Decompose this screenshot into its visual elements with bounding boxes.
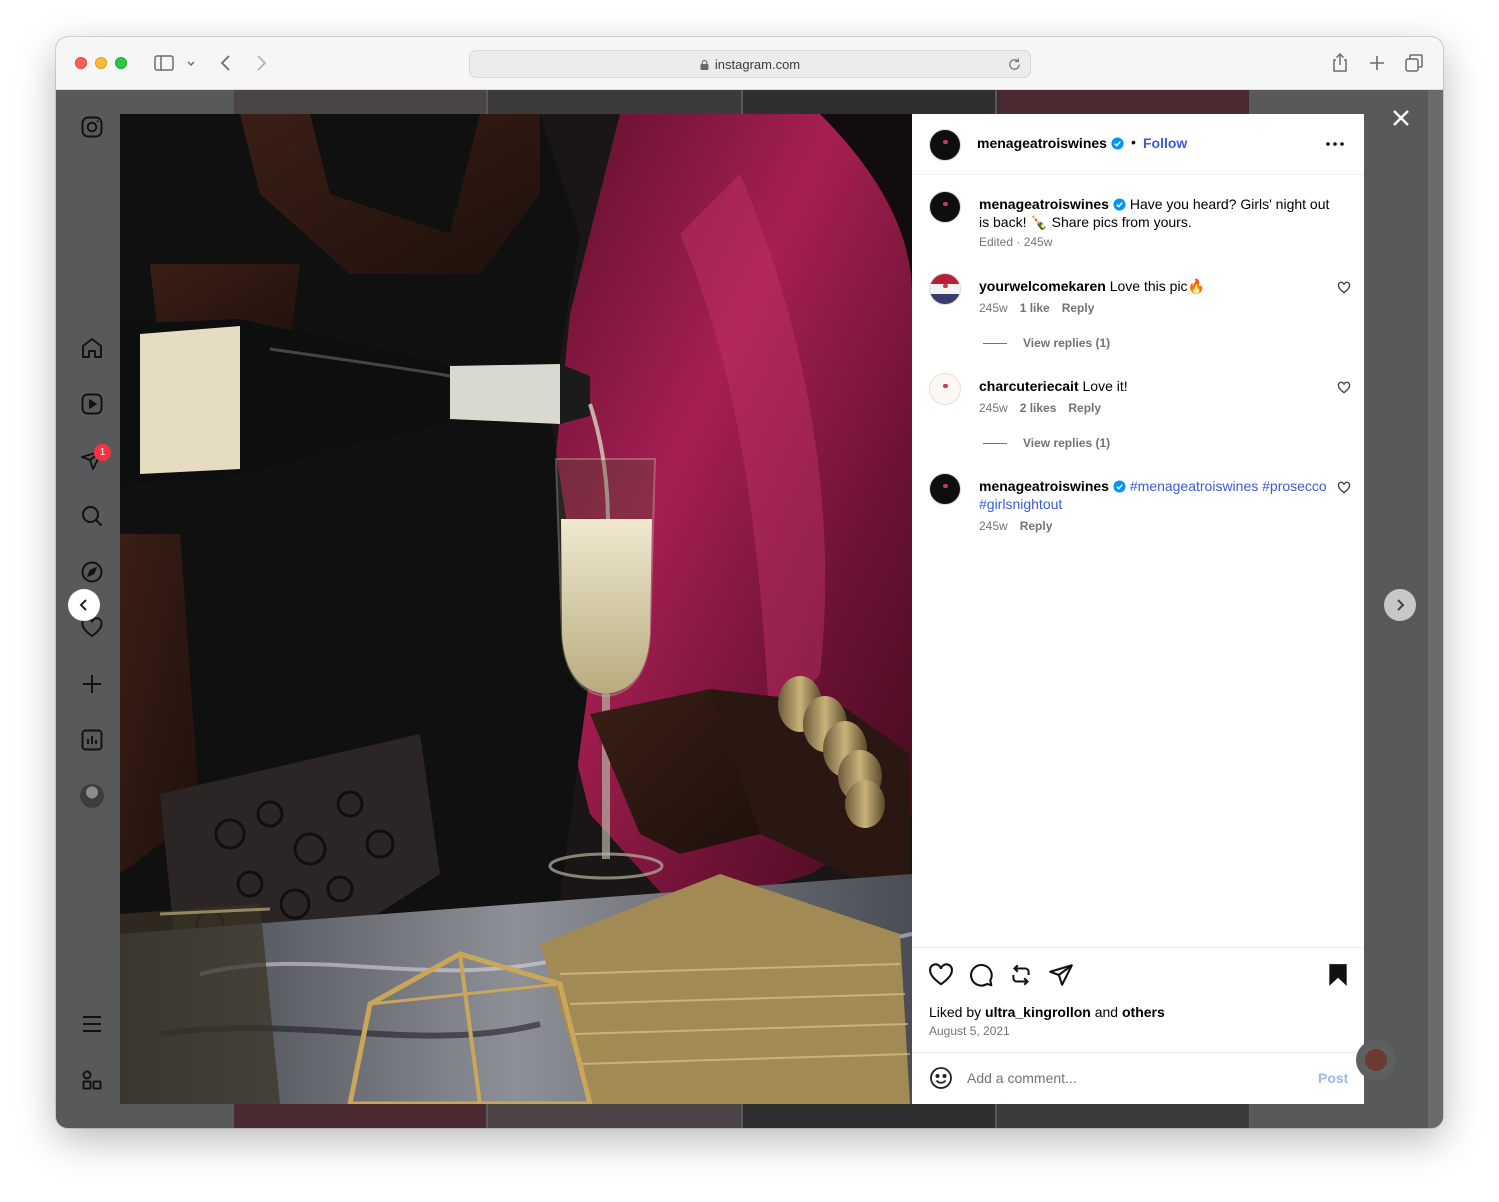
post-modal: menageatroiswines • Follow menageatroisw… xyxy=(120,114,1364,1104)
follow-button[interactable]: Follow xyxy=(1143,135,1187,151)
add-comment-bar: Post xyxy=(912,1052,1364,1104)
chevron-left-icon xyxy=(79,599,87,611)
sidebar-toggle-icon[interactable] xyxy=(153,52,175,74)
author-avatar[interactable] xyxy=(929,129,961,161)
search-icon[interactable] xyxy=(80,504,104,528)
close-window-button[interactable] xyxy=(75,57,87,69)
home-icon[interactable] xyxy=(80,336,104,360)
background-grid-bottom xyxy=(234,1104,1249,1128)
liked-by-others[interactable]: others xyxy=(1122,1004,1165,1020)
comment-heart-icon[interactable] xyxy=(1337,281,1351,295)
caption-username[interactable]: menageatroiswines xyxy=(979,196,1109,212)
instagram-page: 1 menageatroiswines • Follow menageatroi… xyxy=(56,90,1443,1128)
like-icon[interactable] xyxy=(928,962,954,988)
author-username[interactable]: menageatroiswines xyxy=(977,135,1124,151)
menu-icon[interactable] xyxy=(80,1012,104,1036)
comment-text: Love it! xyxy=(1082,378,1128,394)
dashboard-icon[interactable] xyxy=(80,728,104,752)
post-comment-button[interactable]: Post xyxy=(1318,1070,1348,1086)
chevron-down-icon[interactable] xyxy=(184,52,198,74)
forward-icon[interactable] xyxy=(250,52,272,74)
page-scrollbar[interactable] xyxy=(1428,90,1443,1128)
share-icon[interactable] xyxy=(1048,962,1074,988)
url-text: instagram.com xyxy=(714,57,801,72)
reload-icon[interactable] xyxy=(1007,57,1022,72)
floating-messages-avatar[interactable] xyxy=(1356,1040,1396,1080)
liked-by-user[interactable]: ultra_kingrollon xyxy=(985,1004,1091,1020)
comment-time: 245w xyxy=(979,401,1008,415)
comment-icon[interactable] xyxy=(968,962,994,988)
comment-likes[interactable]: 1 like xyxy=(1020,301,1050,315)
save-bookmark-icon[interactable] xyxy=(1325,962,1351,988)
explore-icon[interactable] xyxy=(80,560,104,584)
verified-badge-icon xyxy=(1113,480,1126,493)
profile-avatar[interactable] xyxy=(80,784,104,808)
commenter-avatar[interactable] xyxy=(929,373,961,405)
comment-likes[interactable]: 2 likes xyxy=(1020,401,1057,415)
post-header: menageatroiswines • Follow xyxy=(912,114,1364,175)
back-icon[interactable] xyxy=(215,52,237,74)
notification-badge: 1 xyxy=(94,444,111,461)
liked-by: Liked by ultra_kingrollon and others xyxy=(929,1004,1165,1020)
commenter-avatar[interactable] xyxy=(929,473,961,505)
comment-input[interactable] xyxy=(967,1067,1297,1089)
comment-username[interactable]: yourwelcomekaren xyxy=(979,278,1106,294)
minimize-window-button[interactable] xyxy=(95,57,107,69)
comment-time: 245w xyxy=(979,519,1008,533)
emoji-icon[interactable] xyxy=(929,1066,953,1090)
zoom-window-button[interactable] xyxy=(115,57,127,69)
comment-time: 245w xyxy=(979,301,1008,315)
new-tab-icon[interactable] xyxy=(1366,52,1388,74)
post-image[interactable] xyxy=(120,114,912,1104)
instagram-icon[interactable] xyxy=(80,115,104,139)
tab-overview-icon[interactable] xyxy=(1403,52,1425,74)
repost-icon[interactable] xyxy=(1008,962,1034,988)
comment-username[interactable]: menageatroiswines xyxy=(979,478,1109,494)
close-icon[interactable] xyxy=(1389,106,1413,130)
background-grid-top xyxy=(234,90,1249,114)
reply-button[interactable]: Reply xyxy=(1068,401,1101,415)
reply-button[interactable]: Reply xyxy=(1020,519,1053,533)
reels-icon[interactable] xyxy=(80,392,104,416)
more-apps-icon[interactable] xyxy=(80,1068,104,1092)
previous-post-button[interactable] xyxy=(68,589,100,621)
view-replies-button[interactable]: View replies (1) xyxy=(983,436,1110,450)
caption-meta: Edited · 245w xyxy=(979,235,1053,249)
browser-toolbar: instagram.com xyxy=(56,37,1443,90)
next-post-button[interactable] xyxy=(1384,589,1416,621)
more-options-icon[interactable] xyxy=(1324,136,1346,152)
lock-icon xyxy=(700,60,709,70)
comment-username[interactable]: charcuteriecait xyxy=(979,378,1079,394)
browser-window: instagram.com 1 menageatroiswines • Foll… xyxy=(56,37,1443,1128)
comment-text: Love this pic🔥 xyxy=(1109,278,1205,294)
post-actions: Liked by ultra_kingrollon and others Aug… xyxy=(912,947,1364,1052)
verified-badge-icon xyxy=(1113,198,1126,211)
post-date[interactable]: August 5, 2021 xyxy=(929,1024,1010,1038)
reply-button[interactable]: Reply xyxy=(1062,301,1095,315)
address-bar[interactable]: instagram.com xyxy=(469,50,1031,78)
verified-badge-icon xyxy=(1111,137,1124,150)
comment-heart-icon[interactable] xyxy=(1337,381,1351,395)
commenter-avatar[interactable] xyxy=(929,273,961,305)
chevron-right-icon xyxy=(1397,599,1405,611)
header-separator: • xyxy=(1131,134,1136,150)
view-replies-button[interactable]: View replies (1) xyxy=(983,336,1110,350)
post-details-panel: menageatroiswines • Follow menageatroisw… xyxy=(912,114,1364,1104)
comment-heart-icon[interactable] xyxy=(1337,481,1351,495)
caption-author-avatar[interactable] xyxy=(929,191,961,223)
share-icon[interactable] xyxy=(1329,52,1351,74)
create-icon[interactable] xyxy=(80,672,104,696)
